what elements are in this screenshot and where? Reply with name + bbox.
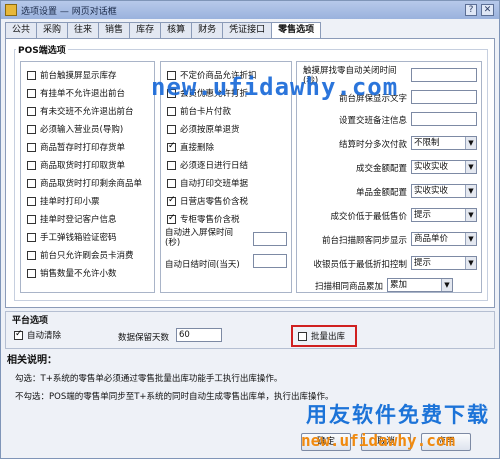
item-amount-label: 单品金额配置 (355, 188, 407, 198)
checkbox-icon[interactable] (27, 106, 36, 116)
tab-purchase[interactable]: 采购 (36, 22, 69, 38)
pos-checkbox[interactable]: 挂单时登记客户信息 (27, 213, 117, 225)
change-close-time-input[interactable] (411, 68, 477, 82)
checkbox-icon[interactable] (27, 232, 36, 242)
pos-checkbox[interactable]: 商品取货时打印取货单 (27, 159, 125, 171)
pos-checkbox[interactable]: 商品取货时打印剩余商品单 (27, 177, 142, 189)
tab-finance[interactable]: 财务 (191, 22, 224, 38)
multi-payment-label: 结算时分多次付款 (338, 140, 407, 150)
checkbox-icon[interactable] (27, 88, 36, 98)
platform-options-title: 平台选项 (12, 316, 49, 326)
min-discount-label: 收银员低于最低折扣控制 (313, 260, 407, 270)
tab-retail-options[interactable]: 零售选项 (271, 22, 322, 39)
chevron-down-icon[interactable]: ▼ (465, 137, 476, 149)
pos-checkbox[interactable]: 手工弹钱箱验证密码 (27, 231, 117, 243)
checkbox-icon[interactable] (167, 106, 176, 116)
shift-remark-label: 设置交班备注信息 (338, 116, 407, 126)
pos-checkbox[interactable]: 前台卡片付款 (167, 105, 231, 117)
chevron-down-icon[interactable]: ▼ (441, 279, 452, 291)
pos-checkbox[interactable]: 必须按原单退货 (167, 123, 240, 135)
checkbox-icon[interactable] (27, 214, 36, 224)
checkbox-icon[interactable] (27, 124, 36, 134)
batch-outbound-checkbox[interactable]: 批量出库 (298, 330, 345, 342)
pos-checkbox[interactable]: 直接删除 (167, 141, 214, 153)
checkbox-icon[interactable] (27, 160, 36, 170)
window-title: 选项设置 — 网页对话框 (21, 6, 117, 17)
deal-amount-label: 成交金额配置 (355, 164, 407, 174)
pos-checkbox[interactable]: 有挂单不允许退出前台 (27, 87, 125, 99)
shift-remark-input[interactable] (411, 112, 477, 126)
checkbox-icon[interactable] (167, 160, 176, 170)
app-icon (5, 4, 17, 16)
pos-column-1: 前台触摸屏显示库存 有挂单不允许退出前台 有未交班不允许退出前台 必须输入营业员… (20, 61, 155, 293)
auto-daily-close-label: 自动日结时间(当天) (165, 260, 240, 270)
tab-inventory[interactable]: 库存 (129, 22, 162, 38)
keep-days-input[interactable]: 60 (176, 328, 222, 342)
tab-accounts[interactable]: 往来 (67, 22, 100, 38)
pos-checkbox[interactable]: 前台只允许刷会员卡消费 (27, 249, 134, 261)
pos-checkbox[interactable]: 专柜零售价含税 (167, 213, 240, 225)
screensaver-time-label: 自动进入屏保时间(秒) (165, 228, 234, 248)
checkbox-icon[interactable] (167, 124, 176, 134)
chevron-down-icon[interactable]: ▼ (465, 209, 476, 221)
watermark-url-top: new.ufidawhy.com (151, 73, 399, 101)
checkbox-icon[interactable] (27, 250, 36, 260)
min-price-label: 成交价低于最低售价 (330, 212, 407, 222)
tab-public[interactable]: 公共 (5, 22, 38, 38)
pos-checkbox[interactable]: 商品暂存时打印存货单 (27, 141, 125, 153)
pos-group-title: POS端选项 (16, 43, 68, 56)
pos-checkbox[interactable]: 自动打印交班单据 (167, 177, 248, 189)
pos-checkbox[interactable]: 必须输入营业员(导购) (27, 123, 123, 135)
checkbox-icon[interactable] (27, 142, 36, 152)
checkbox-icon[interactable] (298, 331, 307, 341)
customer-display-select[interactable]: 商品单价 ▼ (411, 232, 477, 246)
chevron-down-icon[interactable]: ▼ (465, 257, 476, 269)
checkbox-icon[interactable] (27, 70, 36, 80)
pos-checkbox[interactable]: 前台触摸屏显示库存 (27, 69, 117, 81)
platform-options-section: 平台选项 自动清除 数据保留天数 60 批量出库 (5, 311, 495, 349)
pos-checkbox[interactable]: 日营店零售价含税 (167, 195, 248, 207)
checkbox-checked-icon[interactable] (167, 141, 176, 152)
pos-checkbox[interactable]: 有未交班不允许退出前台 (27, 105, 134, 117)
min-price-select[interactable]: 提示 ▼ (411, 208, 477, 222)
auto-clear-checkbox[interactable]: 自动清除 (14, 329, 61, 341)
multi-payment-select[interactable]: 不限制 ▼ (411, 136, 477, 150)
deal-amount-select[interactable]: 实收实收 ▼ (411, 160, 477, 174)
checkbox-icon[interactable] (27, 178, 36, 188)
screensaver-text-input[interactable] (411, 90, 477, 104)
checkbox-checked-icon[interactable] (14, 329, 23, 340)
checkbox-icon[interactable] (167, 178, 176, 188)
pos-checkbox[interactable]: 挂单时打印小票 (27, 195, 100, 207)
title-bar: 选项设置 — 网页对话框 ? ✕ (1, 1, 499, 19)
checkbox-icon[interactable] (27, 196, 36, 206)
screensaver-time-input[interactable] (253, 232, 287, 246)
keep-days-label: 数据保留天数 (118, 333, 170, 343)
pos-checkbox[interactable]: 销售数量不允许小数 (27, 267, 117, 279)
checkbox-checked-icon[interactable] (167, 195, 176, 206)
tab-bar: 公共 采购 往来 销售 库存 核算 财务 凭证接口 零售选项 (5, 22, 322, 39)
close-icon[interactable]: ✕ (481, 4, 494, 16)
options-dialog: 选项设置 — 网页对话框 ? ✕ 公共 采购 往来 销售 库存 核算 财务 凭证… (0, 0, 500, 459)
note-checked: 勾选：T+系统的零售单必须通过零售批量出库功能手工执行出库操作。 (15, 374, 283, 384)
tab-voucher-interface[interactable]: 凭证接口 (222, 22, 273, 38)
tab-sales[interactable]: 销售 (98, 22, 131, 38)
auto-daily-close-input[interactable] (253, 254, 287, 268)
notes-title: 相关说明： (7, 355, 57, 366)
watermark-brand: 用友软件免费下载 (306, 403, 490, 427)
customer-display-label: 前台扫描顾客同步显示 (321, 236, 407, 246)
min-discount-select[interactable]: 提示 ▼ (411, 256, 477, 270)
item-amount-select[interactable]: 实收实收 ▼ (411, 184, 477, 198)
scan-accumulate-label: 扫描相同商品累加 (314, 282, 383, 292)
tab-costing[interactable]: 核算 (160, 22, 193, 38)
chevron-down-icon[interactable]: ▼ (465, 185, 476, 197)
chevron-down-icon[interactable]: ▼ (465, 233, 476, 245)
scan-accumulate-select[interactable]: 累加 ▼ (387, 278, 453, 292)
chevron-down-icon[interactable]: ▼ (465, 161, 476, 173)
checkbox-icon[interactable] (27, 268, 36, 278)
help-icon[interactable]: ? (465, 4, 477, 16)
watermark-url-bottom: new.ufidawhy.com (301, 431, 456, 450)
pos-checkbox[interactable]: 必须逐日进行日结 (167, 159, 248, 171)
checkbox-checked-icon[interactable] (167, 213, 176, 224)
